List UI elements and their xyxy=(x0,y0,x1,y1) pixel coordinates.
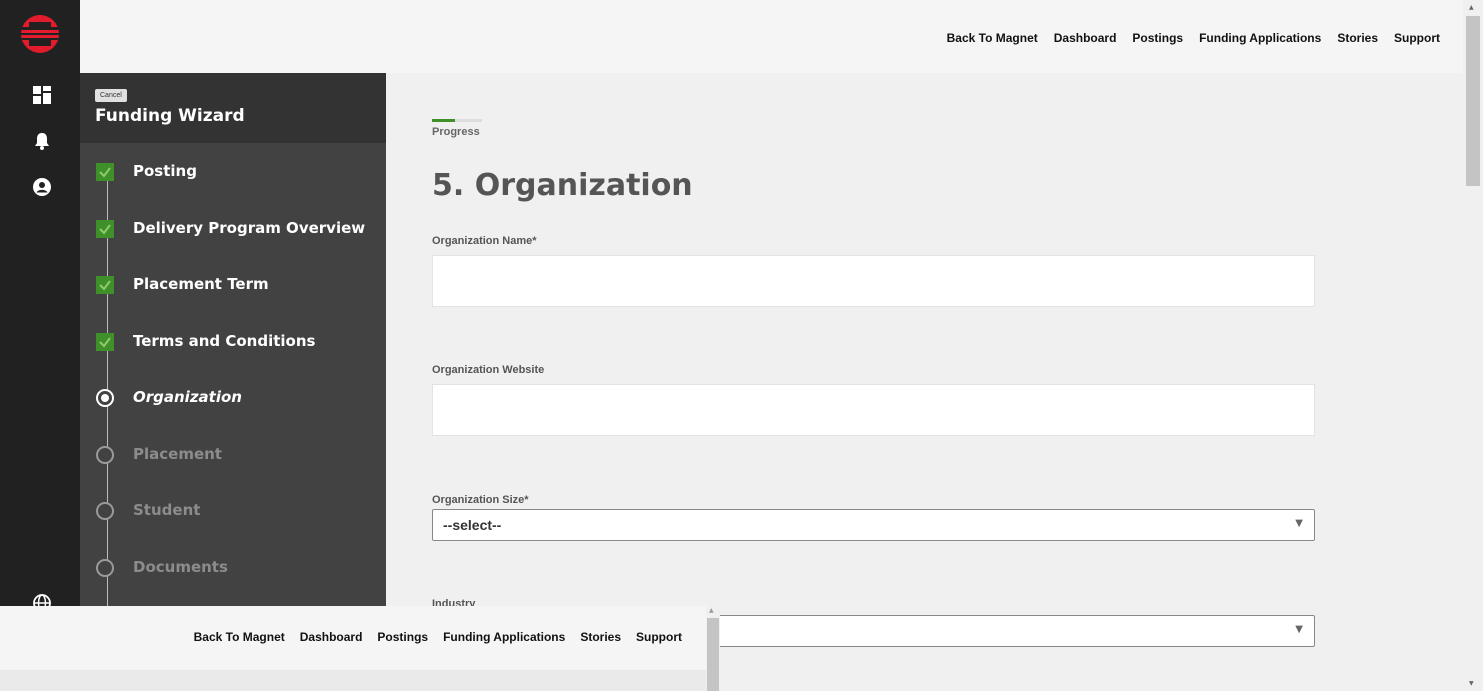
wizard-step-label: Student xyxy=(133,501,201,519)
dropdown-arrow-icon: ▼ xyxy=(1295,518,1303,529)
wizard-step-label: Organization xyxy=(133,388,242,406)
progress-bar xyxy=(432,119,482,122)
nav-stories[interactable]: Stories xyxy=(580,630,621,644)
icon-rail xyxy=(0,0,80,691)
nav-postings[interactable]: Postings xyxy=(1132,31,1183,45)
organization-website-label: Organization Website xyxy=(432,364,545,376)
top-navigation: Back To Magnet Dashboard Postings Fundin… xyxy=(947,31,1440,45)
organization-name-input[interactable] xyxy=(432,255,1315,307)
bell-icon[interactable] xyxy=(33,132,51,150)
wizard-header: Cancel Funding Wizard xyxy=(80,73,386,143)
scrollbar-thumb[interactable] xyxy=(1466,16,1480,186)
top-bar: Back To Magnet Dashboard Postings Fundin… xyxy=(80,0,1463,73)
nav-funding-applications[interactable]: Funding Applications xyxy=(1199,31,1321,45)
wizard-step-label: Delivery Program Overview xyxy=(133,219,366,237)
nav-support[interactable]: Support xyxy=(1394,31,1440,45)
cancel-button[interactable]: Cancel xyxy=(95,89,127,102)
checkmark-icon xyxy=(96,276,114,294)
inner-scrollbar[interactable]: ▲ xyxy=(706,606,720,691)
current-step-radio-icon xyxy=(96,389,114,407)
wizard-step-label: Placement Term xyxy=(133,275,269,293)
organization-name-label: Organization Name* xyxy=(432,235,537,247)
bottom-navigation: Back To Magnet Dashboard Postings Fundin… xyxy=(194,630,682,644)
wizard-title: Funding Wizard xyxy=(95,106,245,126)
page-scrollbar[interactable]: ▲ ▼ xyxy=(1463,0,1483,691)
organization-size-label: Organization Size* xyxy=(432,494,529,506)
wizard-step-label: Terms and Conditions xyxy=(133,332,316,350)
nav-stories[interactable]: Stories xyxy=(1337,31,1378,45)
nav-funding-applications[interactable]: Funding Applications xyxy=(443,630,565,644)
bottom-bar: Back To Magnet Dashboard Postings Fundin… xyxy=(0,606,706,670)
organization-size-value: --select-- xyxy=(443,517,502,533)
scroll-down-arrow-icon[interactable]: ▼ xyxy=(1469,680,1474,687)
nav-postings[interactable]: Postings xyxy=(377,630,428,644)
nav-back-to-magnet[interactable]: Back To Magnet xyxy=(194,630,285,644)
pending-step-circle-icon xyxy=(96,559,114,577)
dropdown-arrow-icon: ▼ xyxy=(1295,624,1303,635)
checkmark-icon xyxy=(96,220,114,238)
checkmark-icon xyxy=(96,163,114,181)
scroll-up-arrow-icon[interactable]: ▲ xyxy=(709,607,714,614)
organization-website-input[interactable] xyxy=(432,384,1315,436)
nav-support[interactable]: Support xyxy=(636,630,682,644)
wizard-step-label: Placement xyxy=(133,445,222,463)
page-title: 5. Organization xyxy=(432,168,693,203)
wizard-sidebar: Cancel Funding Wizard Posting Delivery P… xyxy=(80,73,386,606)
wizard-step-label: Posting xyxy=(133,162,197,180)
organization-size-select[interactable]: --select-- ▼ xyxy=(432,509,1315,541)
pending-step-circle-icon xyxy=(96,502,114,520)
wizard-step-label: Documents xyxy=(133,558,228,576)
scroll-up-arrow-icon[interactable]: ▲ xyxy=(1469,4,1474,11)
pending-step-circle-icon xyxy=(96,446,114,464)
dashboard-icon[interactable] xyxy=(33,86,51,104)
nav-dashboard[interactable]: Dashboard xyxy=(300,630,363,644)
checkmark-icon xyxy=(96,333,114,351)
progress-bar-fill xyxy=(432,119,455,122)
user-account-icon[interactable] xyxy=(33,178,51,196)
bottom-strip xyxy=(0,670,706,691)
nav-back-to-magnet[interactable]: Back To Magnet xyxy=(947,31,1038,45)
nav-dashboard[interactable]: Dashboard xyxy=(1054,31,1117,45)
progress-label: Progress xyxy=(432,126,480,138)
scrollbar-thumb[interactable] xyxy=(707,618,719,691)
magnet-logo-icon[interactable] xyxy=(20,14,60,54)
